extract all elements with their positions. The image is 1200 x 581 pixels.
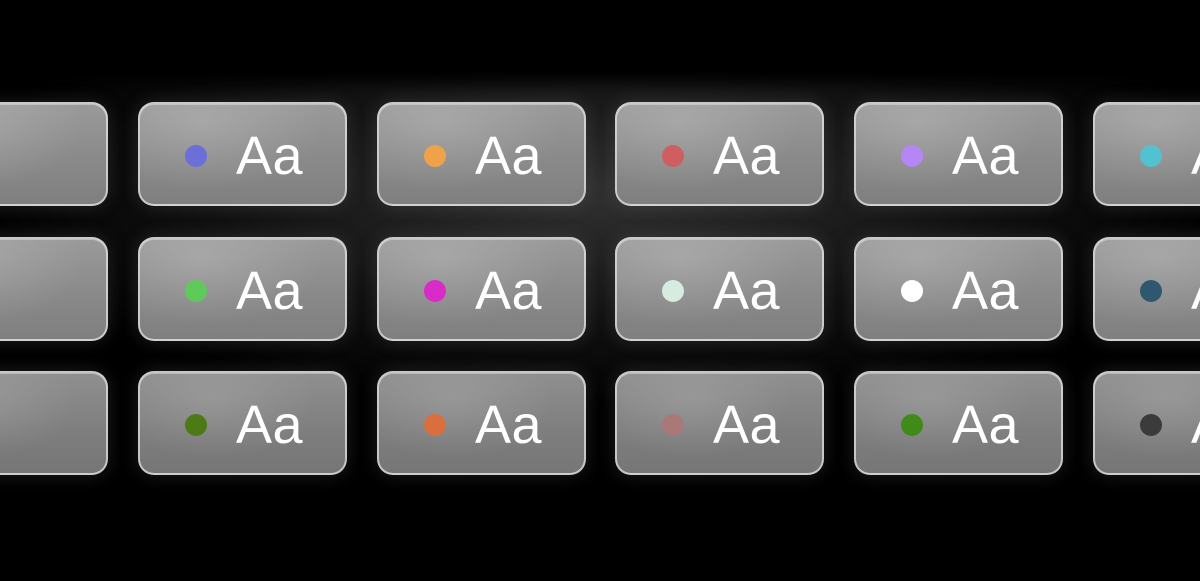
swatch-label: Aa xyxy=(952,126,1020,186)
swatch-r3-c1[interactable]: Aa xyxy=(138,371,347,475)
swatch-r2-c5[interactable]: Aa xyxy=(1093,237,1200,341)
swatch-r3-c0[interactable]: Aa xyxy=(0,371,108,475)
swatch-row-1: Aa Aa Aa Aa Aa Aa xyxy=(0,102,1200,208)
swatch-r2-c0[interactable]: Aa xyxy=(0,237,108,341)
swatch-label: Aa xyxy=(952,395,1020,455)
color-dot-icon xyxy=(1140,145,1162,167)
color-dot-icon xyxy=(424,280,446,302)
swatch-label: Aa xyxy=(236,261,304,321)
swatch-r1-c0[interactable]: Aa xyxy=(0,102,108,206)
color-dot-icon xyxy=(901,145,923,167)
swatch-label: Aa xyxy=(952,261,1020,321)
swatch-label: Aa xyxy=(1191,126,1200,186)
swatch-label: Aa xyxy=(475,395,543,455)
color-dot-icon xyxy=(662,414,684,436)
swatch-r3-c4[interactable]: Aa xyxy=(854,371,1063,475)
swatch-r1-c2[interactable]: Aa xyxy=(377,102,586,206)
swatch-label: Aa xyxy=(713,261,781,321)
color-dot-icon xyxy=(1140,414,1162,436)
color-dot-icon xyxy=(662,145,684,167)
swatch-r2-c2[interactable]: Aa xyxy=(377,237,586,341)
swatch-label: Aa xyxy=(713,395,781,455)
swatch-r2-c1[interactable]: Aa xyxy=(138,237,347,341)
swatch-r2-c4[interactable]: Aa xyxy=(854,237,1063,341)
color-dot-icon xyxy=(901,280,923,302)
swatch-label: Aa xyxy=(236,395,304,455)
swatch-r1-c4[interactable]: Aa xyxy=(854,102,1063,206)
swatch-r1-c1[interactable]: Aa xyxy=(138,102,347,206)
swatch-label: Aa xyxy=(236,126,304,186)
swatch-label: Aa xyxy=(475,261,543,321)
color-dot-icon xyxy=(185,414,207,436)
color-dot-icon xyxy=(185,145,207,167)
swatch-r3-c2[interactable]: Aa xyxy=(377,371,586,475)
color-dot-icon xyxy=(424,414,446,436)
color-dot-icon xyxy=(901,414,923,436)
color-dot-icon xyxy=(662,280,684,302)
swatch-row-2: Aa Aa Aa Aa Aa Aa xyxy=(0,237,1200,343)
swatch-r1-c3[interactable]: Aa xyxy=(615,102,824,206)
color-dot-icon xyxy=(1140,280,1162,302)
swatch-row-3: Aa Aa Aa Aa Aa Aa xyxy=(0,371,1200,477)
swatch-label: Aa xyxy=(1191,261,1200,321)
swatch-r3-c3[interactable]: Aa xyxy=(615,371,824,475)
swatch-label: Aa xyxy=(475,126,543,186)
color-dot-icon xyxy=(424,145,446,167)
color-swatch-grid: Aa Aa Aa Aa Aa Aa Aa Aa Aa Aa Aa Aa xyxy=(0,0,1200,581)
swatch-label: Aa xyxy=(1191,395,1200,455)
swatch-r1-c5[interactable]: Aa xyxy=(1093,102,1200,206)
swatch-r3-c5[interactable]: Aa xyxy=(1093,371,1200,475)
swatch-label: Aa xyxy=(713,126,781,186)
color-dot-icon xyxy=(185,280,207,302)
swatch-r2-c3[interactable]: Aa xyxy=(615,237,824,341)
